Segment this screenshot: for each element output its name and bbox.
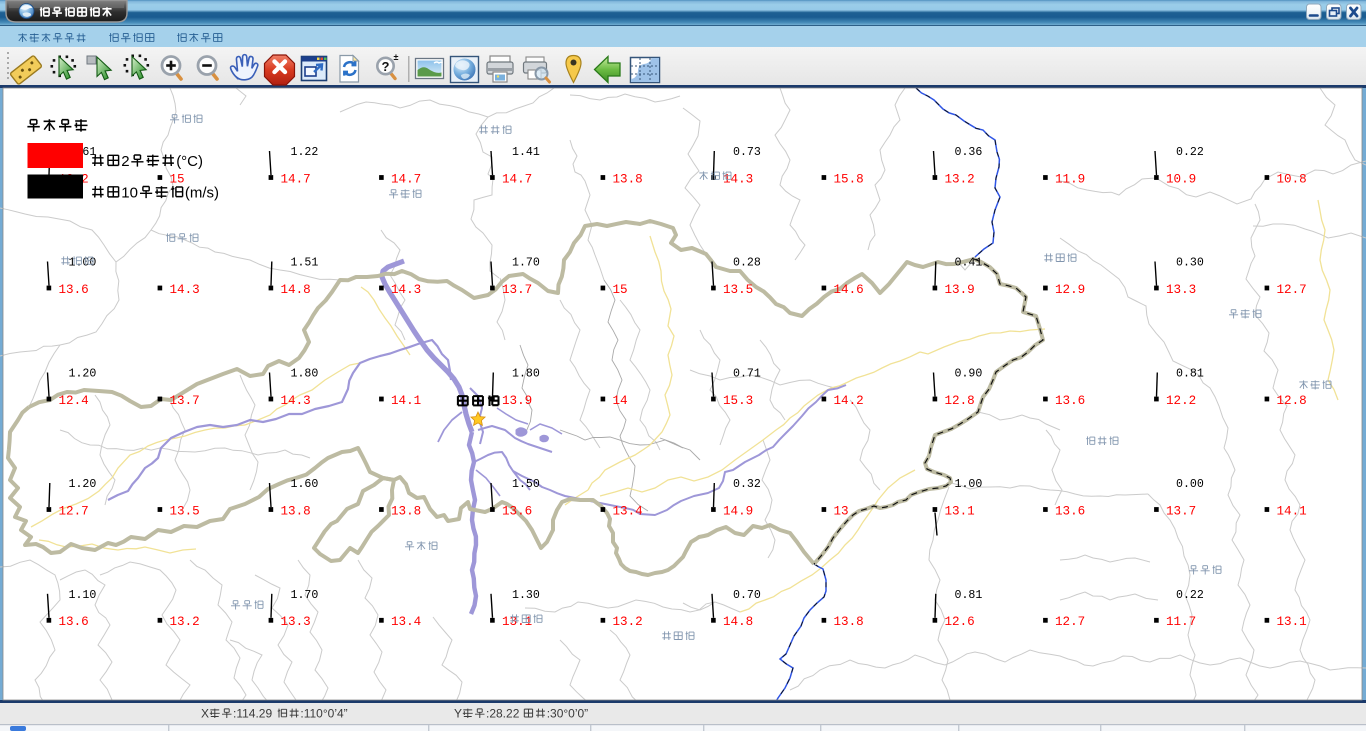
svg-text:12.8: 12.8 [945,394,975,408]
svg-text:14.7: 14.7 [281,172,311,186]
svg-text:0.71: 0.71 [733,368,761,381]
svg-text:1.20: 1.20 [69,478,97,491]
svg-text:15.8: 15.8 [834,172,864,186]
svg-text:0.81: 0.81 [1176,368,1204,381]
svg-text:1.00: 1.00 [69,257,97,270]
svg-text:13.4: 13.4 [391,615,421,629]
svg-text:15: 15 [613,283,628,297]
svg-text:1.60: 1.60 [291,478,319,491]
svg-text:13.9: 13.9 [502,394,532,408]
svg-text:13.6: 13.6 [59,615,89,629]
svg-text:0.22: 0.22 [1176,589,1204,602]
svg-text::30°0’0”: :30°0’0” [547,707,589,721]
svg-text:13.3: 13.3 [1166,283,1196,297]
svg-text:1.50: 1.50 [512,478,540,491]
svg-text:0.00: 0.00 [1176,478,1204,491]
svg-text:13.7: 13.7 [502,283,532,297]
svg-text:15.3: 15.3 [723,394,753,408]
svg-text:0.81: 0.81 [955,589,983,602]
svg-text:10: 10 [121,185,138,202]
svg-text:0.90: 0.90 [955,368,983,381]
svg-text:14.1: 14.1 [391,394,421,408]
svg-text:12.8: 12.8 [1277,394,1307,408]
svg-text:13.8: 13.8 [281,504,311,518]
svg-text:12.7: 12.7 [59,504,89,518]
svg-text:14.7: 14.7 [391,172,421,186]
svg-text:14.3: 14.3 [170,283,200,297]
svg-text:1.51: 1.51 [291,257,319,270]
svg-text:13.6: 13.6 [1055,504,1085,518]
svg-text:0.32: 0.32 [733,478,761,491]
svg-text:0.70: 0.70 [733,589,761,602]
svg-text:0.73: 0.73 [733,146,761,159]
svg-text:13.8: 13.8 [391,504,421,518]
svg-text::114.29: :114.29 [233,707,272,721]
svg-text:0.30: 0.30 [1176,257,1204,270]
svg-text:12.9: 12.9 [1055,283,1085,297]
svg-text:12.6: 12.6 [945,615,975,629]
svg-text:14.6: 14.6 [834,283,864,297]
svg-text:14.2: 14.2 [834,394,864,408]
svg-text:1.10: 1.10 [69,589,97,602]
svg-text:13.3: 13.3 [281,615,311,629]
svg-text:11.7: 11.7 [1166,615,1196,629]
svg-text:1.80: 1.80 [512,368,540,381]
svg-text:13.6: 13.6 [59,283,89,297]
svg-text:?: ? [382,59,390,74]
svg-text:14.7: 14.7 [502,172,532,186]
svg-text:13.2: 13.2 [613,615,643,629]
svg-text:1.22: 1.22 [291,146,319,159]
svg-text:±: ± [394,52,399,62]
svg-text:13: 13 [834,504,849,518]
svg-text:2: 2 [121,153,129,170]
svg-text:13.8: 13.8 [834,615,864,629]
svg-text:12.4: 12.4 [59,394,89,408]
svg-text:0.22: 0.22 [1176,146,1204,159]
svg-text:Y: Y [454,707,462,721]
svg-text:10.9: 10.9 [1166,172,1196,186]
svg-text:0.41: 0.41 [955,257,983,270]
svg-text:14.8: 14.8 [281,283,311,297]
svg-text:14.8: 14.8 [723,615,753,629]
svg-text::28.22: :28.22 [486,707,520,721]
svg-text:(°C): (°C) [176,153,203,170]
svg-text:1.70: 1.70 [512,257,540,270]
svg-text:15: 15 [170,172,185,186]
svg-text:0.36: 0.36 [955,146,983,159]
svg-text:13.8: 13.8 [613,172,643,186]
svg-text:13.1: 13.1 [945,504,975,518]
svg-text:13.5: 13.5 [723,283,753,297]
svg-text:13.9: 13.9 [945,283,975,297]
svg-text:13.7: 13.7 [1166,504,1196,518]
svg-text::110°0’4”: :110°0’4” [300,707,347,721]
svg-text:1.00: 1.00 [955,478,983,491]
svg-text:11.9: 11.9 [1055,172,1085,186]
svg-text:1.80: 1.80 [291,368,319,381]
svg-text:0.28: 0.28 [733,257,761,270]
svg-text:13.6: 13.6 [502,504,532,518]
svg-text:13.6: 13.6 [1055,394,1085,408]
svg-text:1.30: 1.30 [512,589,540,602]
svg-text:13.5: 13.5 [170,504,200,518]
svg-text:14.1: 14.1 [1277,504,1307,518]
svg-text:(m/s): (m/s) [185,185,219,202]
svg-text:13.7: 13.7 [170,394,200,408]
svg-text:13.2: 13.2 [945,172,975,186]
svg-text:12.2: 12.2 [1166,394,1196,408]
svg-text:10.8: 10.8 [1277,172,1307,186]
svg-text:12.7: 12.7 [1277,283,1307,297]
svg-text:1.41: 1.41 [512,146,540,159]
svg-text:14.3: 14.3 [281,394,311,408]
svg-text:13.2: 13.2 [170,615,200,629]
svg-text:X: X [201,707,209,721]
svg-text:14.9: 14.9 [723,504,753,518]
svg-text:13.4: 13.4 [613,504,643,518]
svg-text:1.70: 1.70 [291,589,319,602]
svg-text:1.20: 1.20 [69,368,97,381]
svg-text:14.3: 14.3 [391,283,421,297]
svg-text:12.7: 12.7 [1055,615,1085,629]
svg-text:14: 14 [613,394,628,408]
svg-text:13.1: 13.1 [1277,615,1307,629]
